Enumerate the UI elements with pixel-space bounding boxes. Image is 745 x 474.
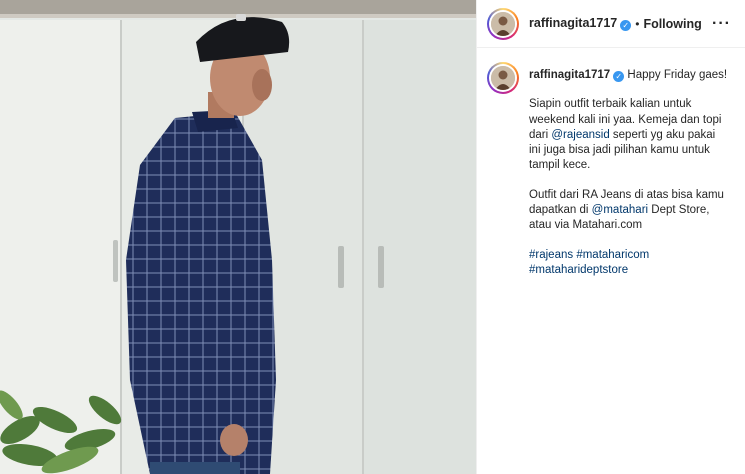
hashtag-link[interactable]: #rajeans [529, 249, 573, 261]
caption-text-segment: Dept Store, [648, 204, 710, 217]
username-text: raffinagita1717 [529, 16, 618, 30]
caption-line: Siapin outfit terbaik kalian untuk [529, 98, 692, 111]
caption: raffinagita1717 ✓ Happy Friday gaes! Siap… [477, 48, 745, 278]
post-side-panel: raffinagita1717 ✓ • Following ··· raffina… [476, 0, 745, 474]
following-button[interactable]: Following [643, 17, 701, 31]
caption-paragraph-2: Outfit dari RA Jeans di atas bisa kamu d… [529, 188, 727, 234]
mention-link[interactable]: @rajeansid [551, 129, 609, 141]
post-header: raffinagita1717 ✓ • Following ··· [477, 0, 745, 48]
caption-username[interactable]: raffinagita1717 [529, 69, 610, 81]
more-options-icon[interactable]: ··· [708, 15, 735, 33]
caption-line: dari @rajeansid seperti yg aku pakai [529, 128, 727, 143]
caption-line: ini juga bisa jadi pilihan kamu untuk [529, 144, 710, 157]
avatar[interactable] [487, 7, 519, 40]
caption-text-segment: dapatkan di [529, 204, 592, 217]
hashtag-line: #rajeans #mataharicom [529, 248, 727, 263]
post-photo[interactable] [0, 0, 476, 474]
verified-badge-icon: ✓ [620, 20, 632, 31]
verified-badge-icon: ✓ [613, 71, 625, 83]
avatar-image [491, 11, 515, 36]
username-link[interactable]: raffinagita1717 ✓ [529, 16, 632, 31]
caption-avatar[interactable] [487, 62, 519, 94]
caption-line: dapatkan di @matahari Dept Store, [529, 203, 727, 218]
caption-line: atau via Matahari.com [529, 219, 643, 232]
caption-line: tampil kece. [529, 159, 591, 172]
caption-first-line: Happy Friday gaes! [627, 69, 728, 81]
separator-dot: • [635, 16, 640, 31]
caption-line: weekend kali ini yaa. Kemeja dan topi [529, 113, 722, 126]
caption-line: Outfit dari RA Jeans di atas bisa kamu [529, 188, 724, 201]
caption-text-segment: dari [529, 128, 552, 141]
hashtag-link[interactable]: #mataharideptstore [529, 264, 628, 276]
hashtags: #rajeans #mataharicom #mataharideptstore [529, 248, 727, 279]
caption-avatar-image [491, 66, 515, 90]
caption-text-segment: seperti yg aku pakai [609, 128, 716, 141]
caption-text: raffinagita1717 ✓ Happy Friday gaes! Siap… [529, 64, 727, 278]
hashtag-line: #mataharideptstore [529, 263, 727, 278]
mention-link[interactable]: @matahari [592, 204, 648, 216]
post-image [0, 0, 476, 474]
caption-paragraph-1: Siapin outfit terbaik kalian untuk weeke… [529, 97, 727, 173]
hashtag-link[interactable]: #mataharicom [576, 249, 649, 261]
